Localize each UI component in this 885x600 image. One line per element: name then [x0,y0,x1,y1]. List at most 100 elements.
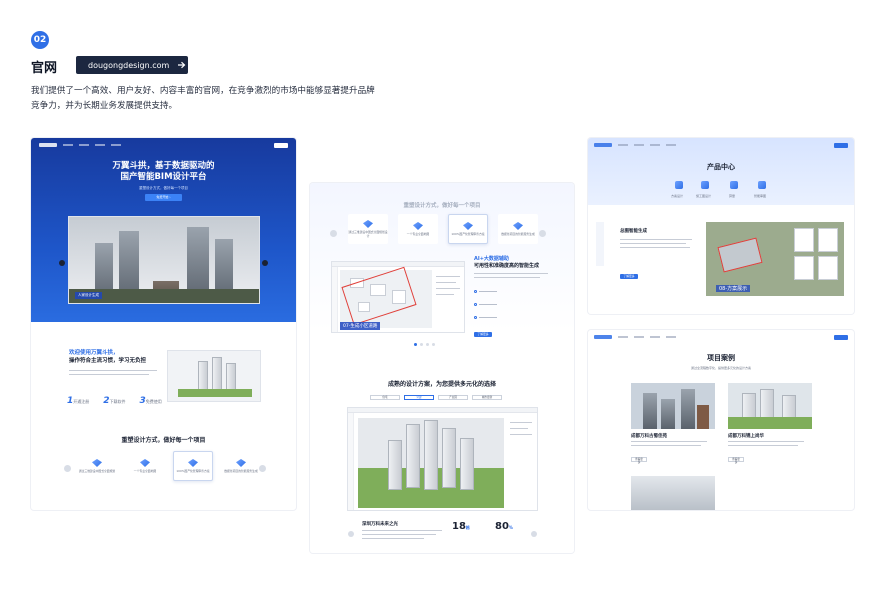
ai-cta-button[interactable]: 了解更多 [474,332,492,337]
left-section-title: 重塑设计方式，做好每一个项目 [121,437,206,444]
product-screenshot: 人家设计生成 [68,216,260,304]
nav-item[interactable] [666,336,676,338]
nav-item[interactable] [634,144,644,146]
case-more-button-1[interactable]: 查看更多 [631,457,647,464]
tab-icon-quantity[interactable] [730,181,738,189]
domain-label: dougongdesign.com [88,60,170,70]
tab-industrial[interactable]: 产业园 [438,395,468,400]
project-cases-panel: 项目案例 通过全流程数字化，提供更多元化的设计方案 成都万科古蜀佳苑 成都万科锦… [588,330,854,510]
carousel-prev-icon[interactable] [59,260,65,266]
feature-bullet[interactable] [474,303,497,306]
nav-item[interactable] [650,336,660,338]
product-center-title: 产品中心 [707,163,735,171]
nav-item[interactable] [111,144,121,146]
hero-title-line2: 国产智能BIM设计平台 [120,172,207,182]
feature-card[interactable]: 通过三维建设中国式全面规划设计 [348,214,388,244]
side-menu[interactable] [596,222,604,266]
ai-feature-heading: AI+大数据辅助 可用性和准确度高的智能生成 [474,256,540,269]
tab-residential[interactable]: 住宅 [370,395,400,400]
carousel-dot-active[interactable] [414,343,417,346]
project-next-icon[interactable] [531,531,537,537]
feature-icon [236,459,246,467]
case-image-2[interactable] [728,383,812,429]
carousel-dot[interactable] [426,343,429,346]
tab-icon-drawing[interactable] [701,181,709,189]
model-thumbnail [167,350,261,402]
hero-cta-button[interactable]: 免费开始 › [145,194,182,201]
login-button[interactable] [274,142,288,148]
feature-card-selected[interactable]: 100%国产化管理审查方案 [448,214,488,244]
login-button[interactable] [834,142,848,148]
tab-icon-scheme[interactable] [675,181,683,189]
solution-tabs: 住宅 公建 产业园 城市更新 [370,395,502,400]
hero-subtitle: 重塑设计方式，做好每一个项目 [139,186,188,190]
nav-item[interactable] [634,336,644,338]
screenshot-caption: 人家设计生成 [75,292,102,299]
hero-title-line1: 万翼斗拱，基于数据驱动的 [112,161,215,171]
case-title-2[interactable]: 成都万科锦上尚华 [728,433,764,439]
brand-logo[interactable] [594,143,612,147]
feature-title: 总图智能生成 [620,229,647,234]
project-title: 深圳万科未来之光 [362,522,398,527]
tab-icon-review[interactable] [758,181,766,189]
case-title-1[interactable]: 成都万科古蜀佳苑 [631,433,667,439]
carousel-next-icon[interactable] [262,260,268,266]
top-nav [594,142,848,148]
project-prev-icon[interactable] [348,531,354,537]
feature-bullet[interactable] [474,316,497,319]
carousel-dot[interactable] [432,343,435,346]
top-nav [594,334,848,340]
feature-icon [92,459,102,467]
cards-prev-icon[interactable] [330,230,337,237]
section-number-badge: 02 [31,31,49,49]
cards-next-icon[interactable] [259,465,266,472]
cards-next-icon[interactable] [539,230,546,237]
feature-icon [188,459,198,467]
nav-item[interactable] [650,144,660,146]
project-model-screenshot [347,407,538,511]
feature-card[interactable]: 数据化项目的智能服务生成 [221,451,261,481]
login-button[interactable] [834,334,848,340]
feature-icon [140,459,150,467]
nav-item[interactable] [95,144,105,146]
solutions-title: 成熟的设计方案，为您提供多元化的选择 [387,381,496,388]
nav-item[interactable] [618,336,628,338]
middle-feature-cards: 通过三维建设中国式全面规划设计 一个专业全面地图 100%国产化管理审查方案 数… [348,214,538,244]
section-description: 我们提供了一个高效、用户友好、内容丰富的官网，在竞争激烈的市场中能够显著提升品牌… [31,86,375,111]
arrow-right-icon [178,61,186,69]
nav-item[interactable] [666,144,676,146]
domain-link-button[interactable]: dougongdesign.com [76,56,188,74]
feature-bullet[interactable] [474,290,497,293]
feature-card[interactable]: 一个专业全面地图 [125,451,165,481]
feature-card[interactable]: 一个专业全面地图 [398,214,438,244]
site-plan-image: 08-方案展示 [706,222,844,296]
nav-item[interactable] [618,144,628,146]
nav-item[interactable] [63,144,73,146]
ai-planning-screenshot: 07-生成小区道路 [331,261,465,333]
features-preview-panel: 重塑设计方式，做好每一个项目 通过三维建设中国式全面规划设计 一个专业全面地图 … [310,183,574,553]
feature-card-selected[interactable]: 100%国产化管理审查方案 [173,451,213,481]
welcome-heading: 欢迎使用万翼斗拱， 操作符合主流习惯，学习无负担 [69,350,147,364]
feature-card[interactable]: 通过三维建设中国式全面规划 [77,451,117,481]
brand-logo[interactable] [39,143,57,147]
carousel-dot[interactable] [420,343,423,346]
screenshot-caption: 07-生成小区道路 [340,322,381,330]
case-more-button-2[interactable]: 查看更多 [728,457,744,464]
brand-logo[interactable] [594,335,612,339]
tab-renewal[interactable]: 城市更新 [472,395,502,400]
tab-public[interactable]: 公建 [404,395,434,400]
feature-cta-button[interactable]: 了解更多 [620,274,638,279]
hero-banner: 万翼斗拱，基于数据驱动的 国产智能BIM设计平台 重塑设计方式，做好每一个项目 … [31,138,296,322]
nav-item[interactable] [79,144,89,146]
screenshot-caption: 08-方案展示 [716,285,751,292]
onboarding-steps: 1开通注册 2下载软件 3免费使用 [67,396,162,406]
product-center-panel: 产品中心 方案设计 施工图设计 算量 智能审图 总图智能生成 了解更多 08-方… [588,138,854,314]
feature-card[interactable]: 数据化项目的智能服务生成 [498,214,538,244]
cards-prev-icon[interactable] [64,465,71,472]
middle-section-title: 重塑设计方式，做好每一个项目 [403,203,481,209]
case-image-1[interactable] [631,383,715,429]
feature-cards: 通过三维建设中国式全面规划 一个专业全面地图 100%国产化管理审查方案 数据化… [77,451,261,481]
section-title: 官网 [31,61,58,76]
cases-title: 项目案例 [707,354,735,362]
case-image-3[interactable] [631,476,715,510]
